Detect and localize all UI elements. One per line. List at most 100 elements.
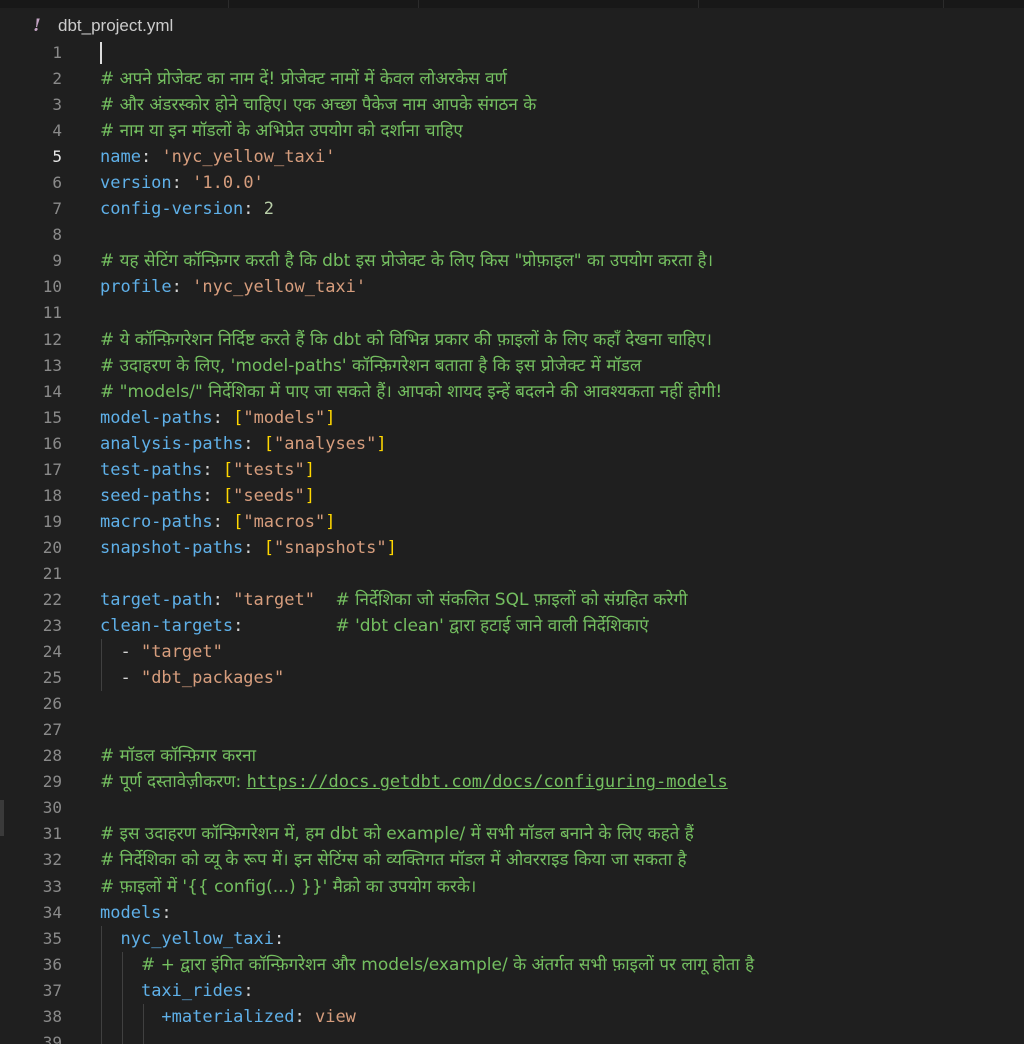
- code-line[interactable]: 19 macro-paths: ["macros"]: [0, 509, 1024, 535]
- line-number: 13: [42, 355, 62, 375]
- line-content: # "models/" निर्देशिका में पाए जा सकते ह…: [100, 379, 722, 405]
- code-token: # उदाहरण के लिए, 'model-paths' कॉन्फ़िगर…: [100, 355, 642, 376]
- code-line[interactable]: 27: [0, 717, 1024, 743]
- line-content: config-version: 2: [100, 196, 274, 222]
- line-content: - "target": [100, 639, 222, 665]
- code-token: ]: [304, 459, 315, 480]
- line-number: 10: [42, 277, 62, 297]
- code-line[interactable]: 31 # इस उदाहरण कॉन्फ़िगरेशन में, हम dbt क…: [0, 821, 1024, 847]
- line-number: 3: [52, 95, 62, 115]
- code-token: nyc_yellow_taxi: [120, 928, 275, 949]
- code-token: [: [263, 537, 275, 558]
- code-token: :: [243, 199, 264, 220]
- line-content: # फ़ाइलों में '{{ config(...) }}' मैक्रो…: [100, 874, 476, 900]
- text-cursor: [100, 42, 102, 64]
- line-number: 5: [52, 147, 62, 167]
- code-line[interactable]: 13 # उदाहरण के लिए, 'model-paths' कॉन्फ़ि…: [0, 353, 1024, 379]
- code-token: # निर्देशिका जो संकलित SQL फ़ाइलों को सं…: [335, 589, 688, 610]
- code-line[interactable]: 25 - "dbt_packages": [0, 665, 1024, 691]
- code-line[interactable]: 28 # मॉडल कॉन्फ़िगर करना: [0, 743, 1024, 769]
- code-token: :: [171, 173, 193, 194]
- code-editor[interactable]: 1 2 # अपने प्रोजेक्ट का नाम दें! प्रोजेक्ट…: [0, 40, 1024, 1044]
- code-line[interactable]: 35 nyc_yellow_taxi:: [0, 926, 1024, 952]
- code-token: "snapshots": [274, 537, 387, 558]
- code-line[interactable]: 20 snapshot-paths: ["snapshots"]: [0, 535, 1024, 561]
- code-line[interactable]: 1: [0, 40, 1024, 66]
- code-token: ]: [325, 511, 336, 532]
- code-line[interactable]: 4 # नाम या इन मॉडलों के अभिप्रेत उपयोग को…: [0, 118, 1024, 144]
- code-line[interactable]: 11: [0, 300, 1024, 326]
- code-line[interactable]: 2 # अपने प्रोजेक्ट का नाम दें! प्रोजेक्ट …: [0, 66, 1024, 92]
- code-token: -: [100, 642, 141, 663]
- code-line[interactable]: 30: [0, 795, 1024, 821]
- code-line[interactable]: 24 - "target": [0, 639, 1024, 665]
- title-bar-strip: [0, 0, 1024, 8]
- code-line[interactable]: 15 model-paths: ["models"]: [0, 405, 1024, 431]
- line-number: 15: [42, 407, 62, 427]
- code-line[interactable]: 38 +materialized: view: [0, 1004, 1024, 1030]
- code-token: 2: [263, 199, 275, 220]
- code-line[interactable]: 33 # फ़ाइलों में '{{ config(...) }}' मैक्…: [0, 874, 1024, 900]
- line-number: 28: [42, 746, 62, 766]
- line-number: 4: [52, 121, 62, 141]
- code-line[interactable]: 16 analysis-paths: ["analyses"]: [0, 431, 1024, 457]
- line-number: 27: [42, 720, 62, 740]
- code-line[interactable]: 26: [0, 691, 1024, 717]
- line-content: # निर्देशिका को व्यू के रूप में। इन सेटि…: [100, 847, 687, 873]
- code-token: "seeds": [233, 485, 305, 506]
- tab-filename: dbt_project.yml: [58, 16, 174, 35]
- code-line[interactable]: 6 version: '1.0.0': [0, 170, 1024, 196]
- indent-guide: [143, 1003, 144, 1044]
- line-content: version: '1.0.0': [100, 170, 264, 196]
- line-content: test-paths: ["tests"]: [100, 457, 315, 483]
- code-token: :: [212, 407, 234, 428]
- tab-dbt-project-yml[interactable]: ! dbt_project.yml: [30, 14, 173, 38]
- code-line[interactable]: 34 models:: [0, 900, 1024, 926]
- line-number: 32: [42, 850, 62, 870]
- code-token: :: [243, 980, 254, 1001]
- code-line[interactable]: 29 # पूर्ण दस्तावेज़ीकरण: https://docs.ge…: [0, 769, 1024, 795]
- code-line[interactable]: 9 # यह सेटिंग कॉन्फ़िगर करती है कि dbt इस…: [0, 248, 1024, 274]
- code-line[interactable]: 12 # ये कॉन्फ़िगरेशन निर्दिष्ट करते हैं क…: [0, 327, 1024, 353]
- line-content: # पूर्ण दस्तावेज़ीकरण: https://docs.getd…: [100, 769, 728, 795]
- yaml-exclamation-icon: !: [33, 16, 41, 36]
- code-token: :: [140, 147, 162, 168]
- code-line[interactable]: 18 seed-paths: ["seeds"]: [0, 483, 1024, 509]
- code-line[interactable]: 7 config-version: 2: [0, 196, 1024, 222]
- code-line[interactable]: 36 # + द्वारा इंगित कॉन्फ़िगरेशन और mode…: [0, 952, 1024, 978]
- code-token: # पूर्ण दस्तावेज़ीकरण:: [100, 772, 247, 793]
- code-line[interactable]: 8: [0, 222, 1024, 248]
- code-line[interactable]: 23 clean-targets: # 'dbt clean' द्वारा हट…: [0, 613, 1024, 639]
- code-token: "target": [233, 589, 315, 610]
- doc-link[interactable]: https://docs.getdbt.com/docs/configuring…: [247, 772, 728, 792]
- line-number: 8: [52, 225, 62, 245]
- code-token: "dbt_packages": [140, 668, 285, 689]
- code-line[interactable]: 5 name: 'nyc_yellow_taxi': [0, 144, 1024, 170]
- line-content: - "dbt_packages": [100, 665, 284, 691]
- line-content: name: 'nyc_yellow_taxi': [100, 144, 335, 170]
- code-line[interactable]: 21: [0, 561, 1024, 587]
- line-number: 29: [42, 772, 62, 792]
- code-token: [: [233, 407, 244, 428]
- line-number: 31: [42, 824, 62, 844]
- code-line[interactable]: 32 # निर्देशिका को व्यू के रूप में। इन से…: [0, 847, 1024, 873]
- code-line[interactable]: 39: [0, 1030, 1024, 1044]
- line-number: 7: [52, 199, 62, 219]
- code-line[interactable]: 17 test-paths: ["tests"]: [0, 457, 1024, 483]
- code-token: :: [294, 1006, 315, 1027]
- line-number: 30: [42, 798, 62, 818]
- code-token: clean-targets: [100, 616, 234, 637]
- code-line[interactable]: 14 # "models/" निर्देशिका में पाए जा सकते…: [0, 379, 1024, 405]
- line-number: 11: [42, 303, 62, 323]
- code-token: view: [314, 1006, 356, 1027]
- code-token: macro-paths: [100, 511, 213, 532]
- code-line[interactable]: 37 taxi_rides:: [0, 978, 1024, 1004]
- line-number: 12: [42, 329, 62, 349]
- line-content: # और अंडरस्कोर होने चाहिए। एक अच्छा पैके…: [100, 92, 536, 118]
- code-line[interactable]: 3 # और अंडरस्कोर होने चाहिए। एक अच्छा पैक…: [0, 92, 1024, 118]
- code-token: :: [233, 616, 336, 637]
- code-line[interactable]: 10 profile: 'nyc_yellow_taxi': [0, 274, 1024, 300]
- code-token: [: [222, 485, 234, 506]
- code-line[interactable]: 22 target-path: "target" # निर्देशिका जो …: [0, 587, 1024, 613]
